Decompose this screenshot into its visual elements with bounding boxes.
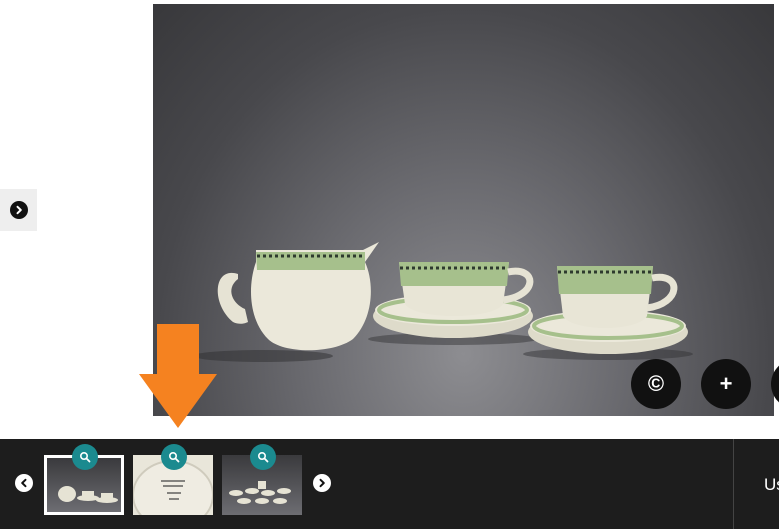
filmstrip-prev-button[interactable] (15, 474, 33, 492)
thumbnail-3[interactable] (222, 444, 302, 515)
add-button[interactable]: + (701, 359, 751, 409)
usage-link[interactable]: Us (764, 475, 779, 495)
zoom-badge[interactable] (250, 444, 276, 470)
copyright-label: © (647, 371, 665, 396)
thumbnail-1[interactable] (44, 444, 124, 515)
chevron-left-icon (21, 478, 27, 488)
copyright-button[interactable]: © (631, 359, 681, 409)
chevron-right-icon (319, 478, 325, 488)
chevron-right-icon (9, 201, 28, 219)
side-panel-toggle[interactable] (0, 189, 37, 231)
thumbnail-2[interactable] (133, 444, 213, 515)
annotation-arrow-down-icon (139, 324, 217, 428)
filmstrip-divider (733, 439, 734, 529)
magnifier-icon (79, 451, 91, 463)
image-viewer-page: © + U (0, 0, 779, 529)
zoom-badge[interactable] (161, 444, 187, 470)
magnifier-icon (168, 451, 180, 463)
magnifier-icon (257, 451, 269, 463)
add-label: + (719, 371, 733, 396)
thumbnail-filmstrip: Us (0, 439, 779, 529)
zoom-badge[interactable] (72, 444, 98, 470)
filmstrip-next-button[interactable] (313, 474, 331, 492)
main-image[interactable] (153, 4, 774, 416)
